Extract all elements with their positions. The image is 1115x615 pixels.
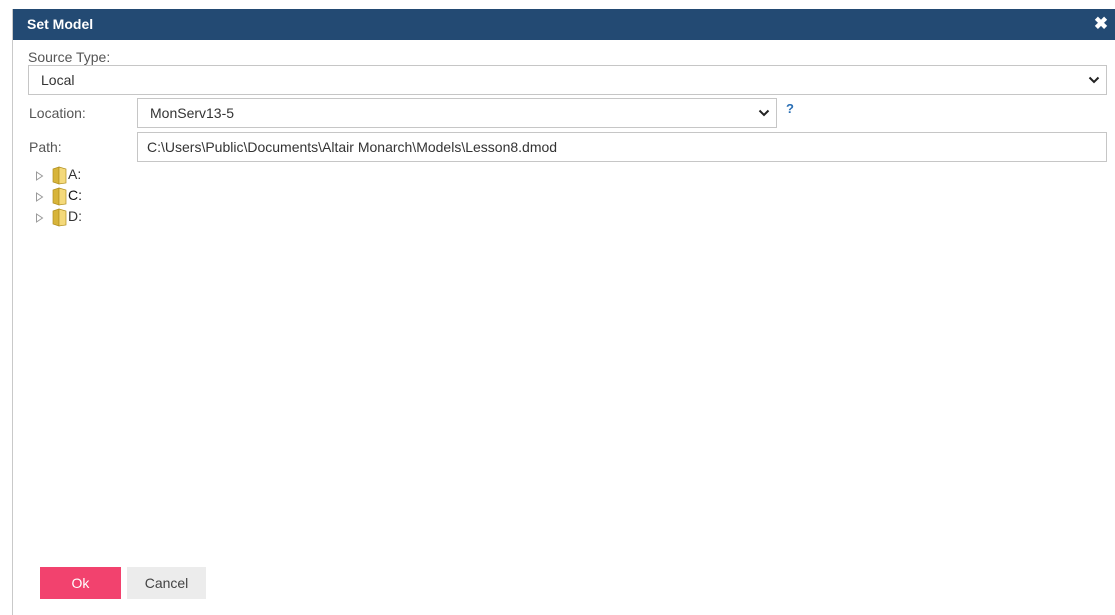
folder-icon <box>52 187 67 206</box>
dialog-title-bar: Set Model ✖ <box>13 9 1115 40</box>
path-value: C:\Users\Public\Documents\Altair Monarch… <box>147 139 558 155</box>
chevron-down-icon <box>1088 76 1100 84</box>
source-type-label: Source Type: <box>28 49 111 65</box>
ok-button[interactable]: Ok <box>40 567 121 599</box>
cancel-button[interactable]: Cancel <box>127 567 206 599</box>
location-label: Location: <box>29 105 86 121</box>
dialog-title: Set Model <box>27 16 94 32</box>
path-field[interactable]: C:\Users\Public\Documents\Altair Monarch… <box>137 132 1107 162</box>
tree-item-label: D: <box>68 208 82 224</box>
help-icon[interactable]: ? <box>786 101 794 116</box>
tree-item-label: A: <box>68 166 82 182</box>
set-model-dialog: Set Model ✖ Source Type: Local Location:… <box>12 9 1115 615</box>
tree-item-label: C: <box>68 187 82 203</box>
location-select[interactable]: MonServ13-5 <box>137 98 777 128</box>
location-value: MonServ13-5 <box>150 105 235 121</box>
path-label: Path: <box>29 139 62 155</box>
close-icon[interactable]: ✖ <box>1092 14 1110 34</box>
chevron-down-icon <box>758 109 770 117</box>
source-type-select[interactable]: Local <box>28 65 1107 95</box>
expand-arrow-icon[interactable] <box>35 192 44 202</box>
folder-icon <box>52 208 67 227</box>
folder-icon <box>52 166 67 185</box>
expand-arrow-icon[interactable] <box>35 171 44 181</box>
expand-arrow-icon[interactable] <box>35 213 44 223</box>
source-type-value: Local <box>41 72 75 88</box>
